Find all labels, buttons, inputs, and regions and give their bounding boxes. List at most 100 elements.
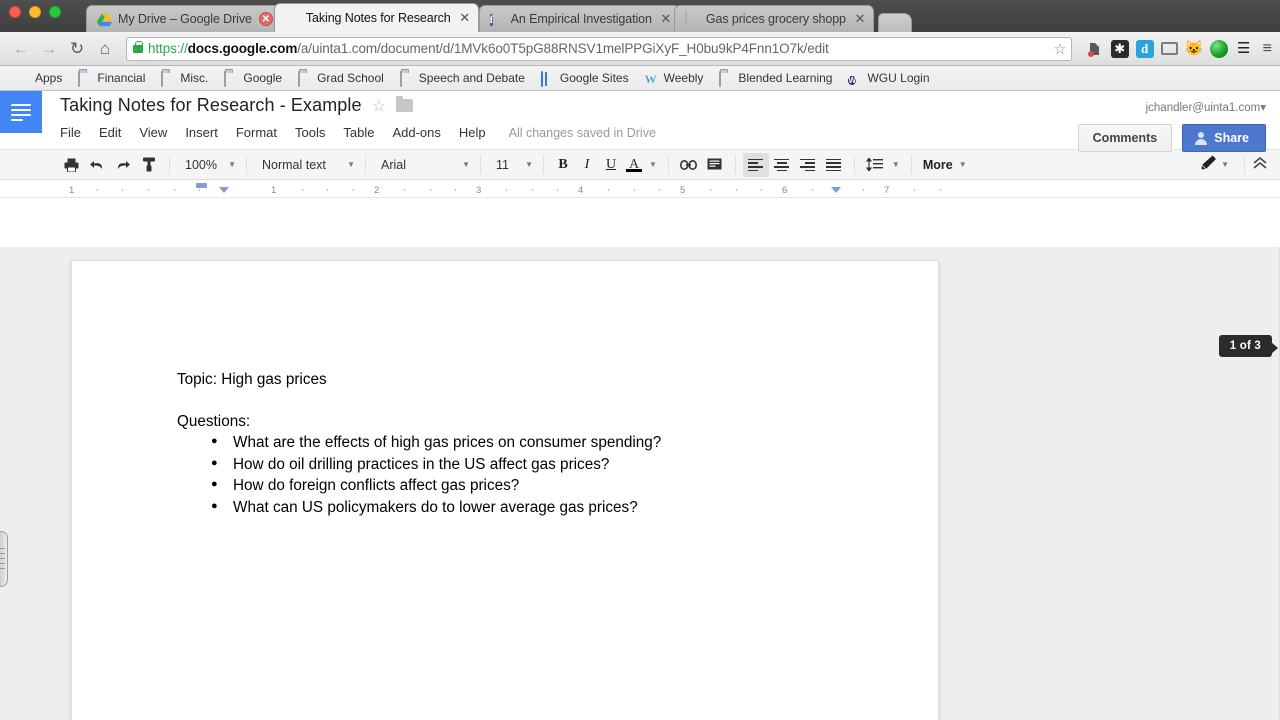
menu-table[interactable]: Table: [334, 123, 383, 142]
cast-icon[interactable]: [1160, 42, 1178, 55]
document-title[interactable]: Taking Notes for Research - Example: [60, 95, 362, 116]
list-item: What can US policymakers do to lower ave…: [211, 496, 938, 519]
left-indent-marker[interactable]: [219, 187, 229, 193]
bookmark-google-sites[interactable]: Google Sites: [533, 69, 637, 87]
chrome-menu-button[interactable]: ≡: [1263, 40, 1272, 58]
bold-button[interactable]: B: [551, 153, 575, 177]
align-justify-icon[interactable]: [821, 153, 847, 177]
print-icon[interactable]: [58, 153, 84, 177]
outline-toggle-handle[interactable]: [0, 531, 8, 587]
menu-edit[interactable]: Edit: [90, 123, 130, 142]
chevron-down-icon: ▼: [958, 160, 967, 169]
browser-tab-taking-notes[interactable]: Taking Notes for Research ✕: [273, 3, 479, 32]
evernote-icon[interactable]: [1086, 40, 1104, 58]
menu-help[interactable]: Help: [450, 123, 495, 142]
document-page[interactable]: Topic: High gas prices Questions: What a…: [71, 260, 939, 720]
bookmark-label: Misc.: [180, 71, 209, 85]
move-to-folder-icon[interactable]: [395, 96, 413, 112]
close-tab-button[interactable]: ✕: [258, 12, 273, 26]
zoom-window-button[interactable]: [49, 6, 61, 18]
google-docs-logo[interactable]: [0, 91, 42, 133]
new-tab-button[interactable]: [877, 13, 912, 32]
font-dropdown[interactable]: Arial ▼: [373, 153, 473, 177]
zoom-dropdown[interactable]: 100% ▼: [177, 153, 239, 177]
font-size-dropdown[interactable]: 11 ▼: [488, 153, 536, 177]
italic-button[interactable]: I: [575, 153, 599, 177]
minimize-window-button[interactable]: [29, 6, 41, 18]
green-orb-icon[interactable]: [1209, 39, 1228, 58]
bookmark-wgu-login[interactable]: W WGU Login: [840, 69, 937, 87]
chevron-down-icon[interactable]: ▼: [892, 160, 900, 169]
link-icon[interactable]: [676, 153, 702, 177]
align-right-icon[interactable]: [795, 153, 821, 177]
browser-tab-gas-prices[interactable]: Gas prices grocery shopp ✕: [673, 5, 874, 32]
chevron-down-icon[interactable]: ▼: [1221, 160, 1229, 169]
menu-insert[interactable]: Insert: [176, 123, 227, 142]
more-button[interactable]: More ▼: [919, 158, 971, 172]
browser-tab-my-drive[interactable]: My Drive – Google Drive ✕: [86, 5, 280, 32]
text-color-button[interactable]: A: [623, 157, 645, 173]
chevron-down-icon[interactable]: ▼: [649, 160, 657, 169]
d-blue-icon[interactable]: d: [1135, 39, 1154, 58]
collapse-toolbar-icon[interactable]: [1252, 156, 1268, 173]
title-and-menus: Taking Notes for Research - Example ☆ Fi…: [42, 91, 1078, 149]
menu-add-ons[interactable]: Add-ons: [383, 123, 449, 142]
bookmark-weebly[interactable]: W Weebly: [637, 69, 712, 87]
back-button[interactable]: ←: [8, 36, 34, 62]
address-bar[interactable]: https://docs.google.com/a/uinta1.com/doc…: [126, 36, 1072, 61]
menu-file[interactable]: File: [60, 123, 90, 142]
redo-icon[interactable]: [110, 153, 136, 177]
cat-icon[interactable]: 😺: [1185, 40, 1204, 58]
paint-format-icon[interactable]: [136, 153, 162, 177]
close-tab-button[interactable]: ✕: [853, 12, 867, 26]
chevron-down-icon: ▼: [525, 160, 533, 169]
comments-button[interactable]: Comments: [1077, 124, 1173, 152]
asterisk-icon[interactable]: ✱: [1110, 39, 1129, 58]
pencil-icon[interactable]: [1201, 155, 1217, 174]
bookmark-speech-and-debate[interactable]: Speech and Debate: [392, 69, 533, 87]
underline-button[interactable]: U: [599, 153, 623, 177]
reload-button[interactable]: ↻: [64, 36, 90, 62]
list-item: How do foreign conflicts affect gas pric…: [211, 474, 938, 497]
align-left-icon[interactable]: [742, 152, 769, 177]
toolbar-right-group: ▼: [1201, 155, 1280, 174]
paragraph-style-dropdown[interactable]: Normal text ▼: [254, 153, 358, 177]
close-tab-button[interactable]: ✕: [458, 11, 472, 25]
bookmark-apps[interactable]: Apps: [8, 69, 70, 87]
window-controls: [9, 6, 61, 18]
browser-tab-empirical-investigation[interactable]: f An Empirical Investigation ✕: [478, 5, 680, 32]
bookmark-grad-school[interactable]: Grad School: [290, 69, 392, 87]
bookmark-label: Blended Learning: [738, 71, 833, 85]
bookmark-blended-learning[interactable]: Blended Learning: [711, 69, 840, 87]
font-value: Arial: [381, 157, 407, 172]
bookmark-misc[interactable]: Misc.: [153, 69, 216, 87]
right-indent-marker[interactable]: [831, 187, 841, 193]
close-tab-button[interactable]: ✕: [659, 12, 673, 26]
doc-title-row: Taking Notes for Research - Example ☆: [60, 95, 1078, 116]
share-button[interactable]: Share: [1182, 124, 1266, 152]
forward-button[interactable]: →: [36, 36, 62, 62]
google-drive-icon: [97, 12, 112, 27]
layers-icon[interactable]: ☰: [1235, 40, 1253, 58]
star-icon[interactable]: ☆: [372, 96, 386, 116]
document-body[interactable]: Topic: High gas prices Questions: What a…: [72, 261, 938, 518]
menu-format[interactable]: Format: [227, 123, 286, 142]
document-ruler[interactable]: 1 1 2 3 4 5 6 7: [0, 180, 1280, 198]
menu-view[interactable]: View: [130, 123, 176, 142]
document-canvas[interactable]: Topic: High gas prices Questions: What a…: [0, 247, 1280, 720]
first-line-indent-marker[interactable]: [196, 183, 207, 188]
bookmark-google[interactable]: Google: [216, 69, 290, 87]
home-button[interactable]: ⌂: [92, 36, 118, 62]
tab-list: My Drive – Google Drive ✕ Taking Notes f…: [86, 0, 912, 32]
share-label: Share: [1214, 131, 1249, 145]
close-window-button[interactable]: [9, 6, 21, 18]
account-row[interactable]: jchandler@uinta1.com▾: [1078, 98, 1266, 116]
bookmark-star-icon[interactable]: ☆: [1047, 40, 1066, 58]
bookmark-financial[interactable]: Financial: [70, 69, 153, 87]
align-center-icon[interactable]: [769, 153, 795, 177]
comment-icon[interactable]: [702, 153, 728, 177]
bookmarks-bar: Apps Financial Misc. Google Grad School …: [0, 66, 1280, 91]
undo-icon[interactable]: [84, 153, 110, 177]
menu-tools[interactable]: Tools: [286, 123, 334, 142]
line-spacing-icon[interactable]: [862, 153, 888, 177]
